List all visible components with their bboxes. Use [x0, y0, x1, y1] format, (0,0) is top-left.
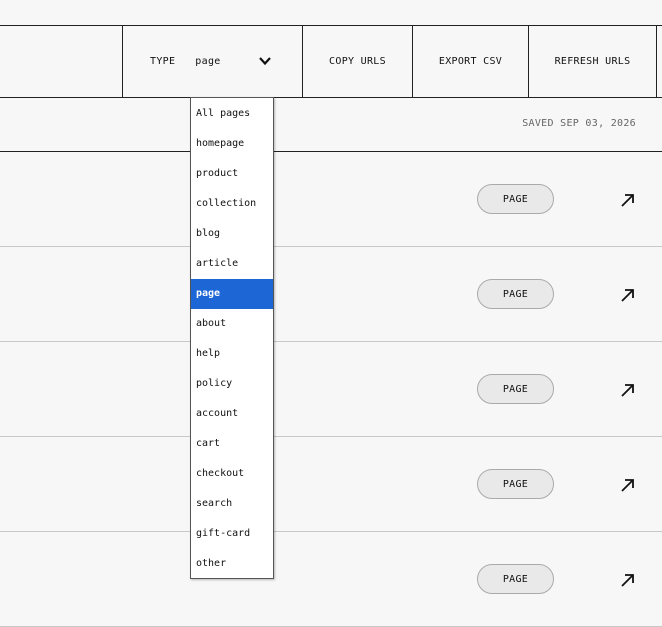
list-item: PAGE — [0, 532, 662, 627]
export-csv-button[interactable]: EXPORT CSV — [413, 26, 529, 97]
arrow-up-right-icon[interactable] — [619, 476, 637, 494]
dropdown-option-article[interactable]: article — [191, 249, 273, 279]
dropdown-option-collection[interactable]: collection — [191, 189, 273, 219]
dropdown-option-page[interactable]: page — [191, 279, 273, 309]
dropdown-option-account[interactable]: account — [191, 399, 273, 429]
list-item: PAGE — [0, 437, 662, 532]
list-item: PAGE — [0, 247, 662, 342]
dropdown-option-about[interactable]: about — [191, 309, 273, 339]
list-item: PAGE — [0, 342, 662, 437]
dropdown-option-policy[interactable]: policy — [191, 369, 273, 399]
refresh-urls-label: REFRESH URLS — [554, 56, 631, 67]
arrow-up-right-icon[interactable] — [619, 286, 637, 304]
arrow-up-right-icon[interactable] — [619, 571, 637, 589]
type-badge[interactable]: PAGE — [477, 279, 554, 309]
type-badge[interactable]: PAGE — [477, 184, 554, 214]
top-strip — [0, 0, 662, 26]
copy-urls-button[interactable]: COPY URLS — [303, 26, 413, 97]
type-dropdown-menu: All pages homepage product collection bl… — [190, 97, 274, 579]
copy-urls-label: COPY URLS — [329, 56, 386, 67]
type-select[interactable]: TYPE page — [123, 26, 303, 97]
type-value: page — [195, 56, 221, 67]
dropdown-option-checkout[interactable]: checkout — [191, 459, 273, 489]
type-label: TYPE — [150, 56, 176, 67]
saved-timestamp: SAVED SEP 03, 2026 — [522, 118, 636, 129]
type-badge[interactable]: PAGE — [477, 469, 554, 499]
list-item: PAGE — [0, 152, 662, 247]
toolbar: TYPE page COPY URLS EXPORT CSV REFRESH U… — [0, 26, 662, 98]
arrow-up-right-icon[interactable] — [619, 381, 637, 399]
url-list: PAGE PAGE PAGE PAGE PAGE — [0, 152, 662, 627]
export-csv-label: EXPORT CSV — [438, 56, 503, 67]
dropdown-option-product[interactable]: product — [191, 159, 273, 189]
dropdown-option-cart[interactable]: cart — [191, 429, 273, 459]
dropdown-option-homepage[interactable]: homepage — [191, 129, 273, 159]
saved-bar: SAVED SEP 03, 2026 — [0, 98, 662, 152]
dropdown-option-help[interactable]: help — [191, 339, 273, 369]
chevron-down-icon — [259, 57, 271, 66]
type-badge[interactable]: PAGE — [477, 374, 554, 404]
dropdown-option-blog[interactable]: blog — [191, 219, 273, 249]
arrow-up-right-icon[interactable] — [619, 191, 637, 209]
type-badge[interactable]: PAGE — [477, 564, 554, 594]
dropdown-option-gift-card[interactable]: gift-card — [191, 519, 273, 549]
dropdown-option-all-pages[interactable]: All pages — [191, 99, 273, 129]
refresh-urls-button[interactable]: REFRESH URLS — [529, 26, 657, 97]
dropdown-option-other[interactable]: other — [191, 549, 273, 579]
toolbar-empty-cell — [0, 26, 123, 97]
dropdown-option-search[interactable]: search — [191, 489, 273, 519]
